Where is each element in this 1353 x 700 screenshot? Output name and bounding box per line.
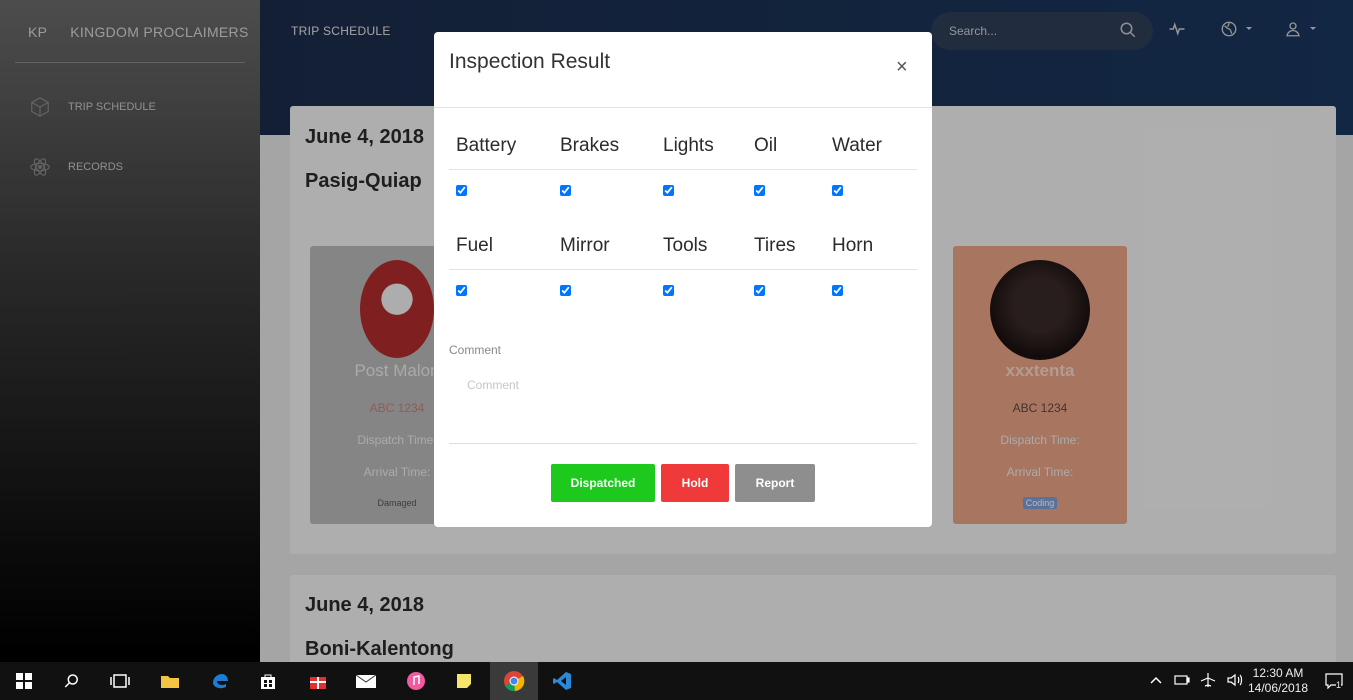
check-label-lights: Lights [663,135,714,156]
mail-icon[interactable] [342,662,390,700]
checklist-row-1: Battery Brakes Lights Oil Water [449,125,917,208]
close-icon[interactable]: × [896,57,908,77]
clock-time: 12:30 AM [1252,666,1304,680]
battery-icon[interactable] [1174,674,1190,689]
comment-label: Comment [449,343,502,357]
lights-checkbox[interactable] [663,185,674,196]
modal-divider [434,107,932,108]
edge-icon[interactable] [196,662,244,700]
chevron-up-icon[interactable] [1150,674,1162,688]
checklist-row-2: Fuel Mirror Tools Tires Horn [449,225,917,308]
airplane-icon[interactable] [1200,672,1216,691]
tools-checkbox[interactable] [663,285,674,296]
check-label-horn: Horn [832,235,874,256]
taskbar: 12:30 AM 14/06/2018 1 [0,662,1353,700]
check-label-fuel: Fuel [456,235,493,256]
inspection-modal: Inspection Result × Battery Brakes Light… [434,32,932,527]
check-label-battery: Battery [456,135,517,156]
task-view-icon[interactable] [96,662,144,700]
mirror-checkbox[interactable] [560,285,571,296]
brakes-checkbox[interactable] [560,185,571,196]
fuel-checkbox[interactable] [456,285,467,296]
modal-title: Inspection Result [449,50,611,73]
water-checkbox[interactable] [832,185,843,196]
horn-checkbox[interactable] [832,285,843,296]
check-label-water: Water [832,135,882,156]
volume-icon[interactable] [1226,672,1244,691]
clock[interactable]: 12:30 AM 14/06/2018 [1247,666,1309,696]
battery-checkbox[interactable] [456,185,467,196]
notification-center-icon[interactable]: 1 [1325,662,1343,700]
store-icon[interactable] [244,662,292,700]
system-tray [1150,662,1244,700]
clock-date: 14/06/2018 [1247,681,1309,695]
check-label-tires: Tires [754,235,796,256]
oil-checkbox[interactable] [754,185,765,196]
tires-checkbox[interactable] [754,285,765,296]
sticky-notes-icon[interactable] [440,662,488,700]
chrome-icon[interactable] [490,662,538,700]
report-button[interactable]: Report [735,464,815,502]
gift-icon[interactable] [294,662,342,700]
windows-start-icon[interactable] [0,662,48,700]
comment-input[interactable] [449,368,917,444]
notification-count: 1 [1336,680,1342,690]
check-label-oil: Oil [754,135,778,156]
search-icon[interactable] [48,662,96,700]
check-label-brakes: Brakes [560,135,620,156]
check-label-mirror: Mirror [560,235,610,256]
vscode-icon[interactable] [538,662,586,700]
dispatched-button[interactable]: Dispatched [551,464,655,502]
music-icon[interactable] [392,662,440,700]
check-label-tools: Tools [663,235,708,256]
hold-button[interactable]: Hold [661,464,729,502]
file-explorer-icon[interactable] [146,662,194,700]
